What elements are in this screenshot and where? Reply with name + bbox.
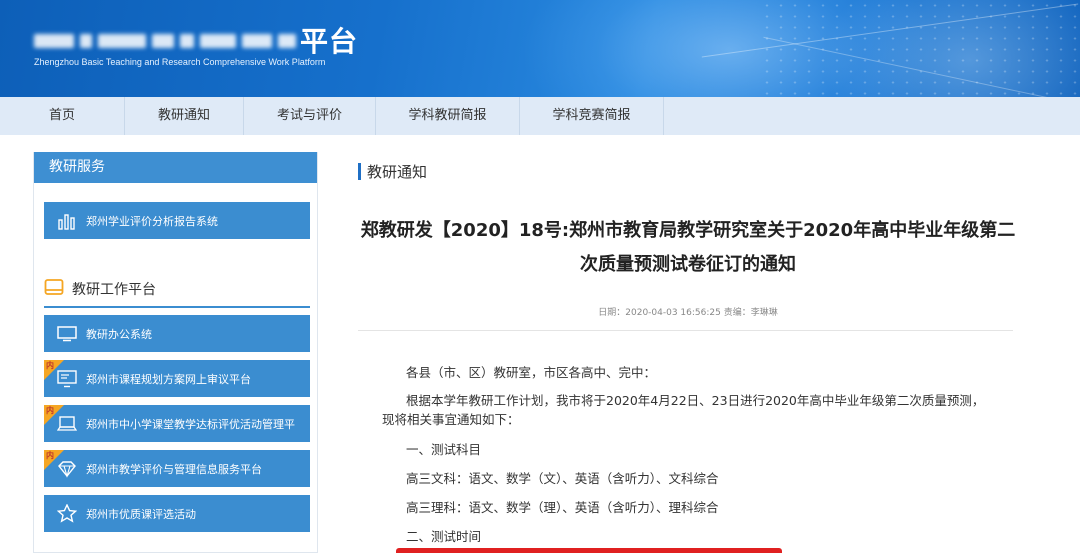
sidebar-item-curriculum-review[interactable]: 内 郑州市课程规划方案网上审议平台 [44, 360, 310, 397]
folder-icon [44, 278, 64, 300]
breadcrumb: 教研通知 [358, 161, 427, 181]
bar-chart-icon [56, 210, 78, 232]
nav-home[interactable]: 首页 [0, 97, 125, 135]
sidebar-item-label: 郑州学业评价分析报告系统 [86, 214, 218, 228]
nav-research-notice[interactable]: 教研通知 [125, 97, 244, 135]
platform-title: 平台 [300, 25, 359, 58]
sidebar: 教研服务 郑州学业评价分析报告系统 教研工作平台 教研办公系统 内 郑州市课程规… [33, 152, 318, 553]
nav-subject-briefing[interactable]: 学科教研简报 [376, 97, 520, 135]
section-research-platform: 教研工作平台 [44, 272, 310, 308]
breadcrumb-marker [358, 162, 361, 180]
breadcrumb-label: 教研通知 [367, 162, 428, 181]
star-icon [56, 503, 78, 525]
nav-exam-evaluation[interactable]: 考试与评价 [244, 97, 376, 135]
sidebar-item-quality-course[interactable]: 郑州市优质课评选活动 [44, 495, 310, 532]
blurred-logo-text [34, 30, 296, 52]
article-title: 郑教研发【2020】18号:郑州市教育局教学研究室关于2020年高中毕业年级第二… [360, 220, 1016, 275]
sidebar-item-office-system[interactable]: 教研办公系统 [44, 315, 310, 352]
paragraph: 各县（市、区）教研室，市区各高中、完中： [406, 365, 657, 380]
header-banner: 平台 Zhengzhou Basic Teaching and Research… [0, 0, 1080, 97]
platform-subtitle: Zhengzhou Basic Teaching and Research Co… [34, 57, 326, 67]
sidebar-item-evaluation-report[interactable]: 郑州学业评价分析报告系统 [44, 202, 310, 239]
sidebar-header: 教研服务 [34, 152, 317, 183]
paragraph: 高三理科：语文、数学（理）、英语（含听力）、理科综合 [406, 500, 719, 515]
monitor-icon [56, 323, 78, 345]
highlight-box-edge [396, 548, 782, 553]
article-body: 各县（市、区）教研室，市区各高中、完中： 根据本学年教研工作计划，我市将于202… [382, 358, 992, 551]
main-nav: 首页 教研通知 考试与评价 学科教研简报 学科竞赛简报 [0, 97, 1080, 135]
paragraph: 根据本学年教研工作计划，我市将于2020年4月22日、23日进行2020年高中毕… [382, 393, 985, 427]
paragraph: 一、测试科目 [406, 442, 482, 457]
sidebar-item-classroom-evaluation[interactable]: 内 郑州市中小学课堂教学达标评优活动管理平 [44, 405, 310, 442]
paragraph: 二、测试时间 [406, 529, 482, 544]
article-meta: 日期：2020-04-03 16:56:25 责编：李琳琳 [598, 308, 778, 318]
paragraph: 高三文科：语文、数学（文）、英语（含听力）、文科综合 [406, 471, 719, 486]
divider [358, 330, 1013, 331]
nav-competition-briefing[interactable]: 学科竞赛简报 [520, 97, 664, 135]
sidebar-item-evaluation-management[interactable]: 内 郑州市教学评价与管理信息服务平台 [44, 450, 310, 487]
